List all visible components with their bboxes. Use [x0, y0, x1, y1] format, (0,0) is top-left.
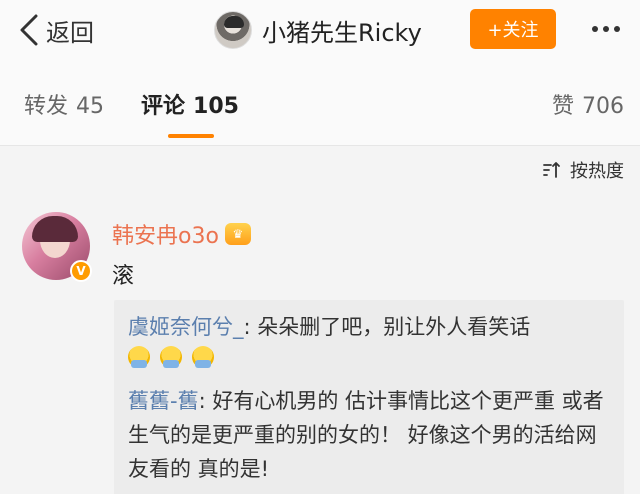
top-bar: 返回 小猪先生Ricky +关注	[0, 0, 640, 62]
reply-item: 舊舊-舊: 好有心机男的 估计事情比这个更严重 或者生气的是更严重的别的女的！ …	[128, 384, 616, 486]
emoji-icon	[192, 346, 214, 368]
verified-badge-icon: V	[70, 260, 92, 282]
tab-comment-label: 评论	[141, 94, 186, 119]
comment-text: 滚	[112, 264, 135, 289]
header-user[interactable]: 小猪先生Ricky	[214, 10, 422, 50]
tab-like[interactable]: 赞 706	[552, 88, 624, 120]
emoji-icon	[128, 346, 150, 368]
reply-item: 虞姬奈何兮_: 朵朵删了吧，别让外人看笑话	[128, 310, 616, 368]
commenter-name[interactable]: 韩安冉o3o ♛	[112, 218, 251, 250]
sort-icon	[543, 162, 560, 178]
avatar[interactable]	[214, 11, 252, 49]
tab-comment[interactable]: 评论 105	[141, 88, 239, 120]
reply-author[interactable]: 舊舊-舊	[128, 389, 199, 413]
emoji-row	[128, 346, 616, 368]
tab-repost[interactable]: 转发 45	[24, 88, 104, 120]
tab-like-count: 706	[582, 94, 624, 119]
tab-like-label: 赞	[551, 94, 574, 119]
reply-text: : 好有心机男的 估计事情比这个更严重 或者生气的是更严重的别的女的！ 好像这个…	[128, 389, 604, 481]
sort-toggle[interactable]: 按热度	[542, 156, 624, 184]
vip-badge-icon: ♛	[224, 223, 251, 245]
header-username: 小猪先生Ricky	[262, 18, 422, 47]
more-icon[interactable]	[586, 14, 626, 44]
emoji-icon	[160, 346, 182, 368]
reply-author[interactable]: 虞姬奈何兮_	[128, 315, 244, 339]
back-label: 返回	[46, 18, 94, 47]
back-button[interactable]: 返回	[18, 12, 94, 48]
follow-button[interactable]: +关注	[470, 9, 556, 49]
tab-repost-count: 45	[76, 94, 105, 119]
comment-item: V 韩安冉o3o ♛ 滚 虞姬奈何兮_: 朵朵删了吧，别让外人看笑话 舊舊-舊:…	[0, 196, 640, 494]
chevron-left-icon	[20, 14, 38, 46]
sort-label: 按热度	[570, 161, 624, 182]
tab-repost-label: 转发	[24, 94, 69, 119]
active-tab-indicator	[168, 134, 214, 138]
tab-comment-count: 105	[193, 94, 239, 119]
tab-bar: 转发 45 评论 105 赞 706	[0, 62, 640, 146]
replies-box[interactable]: 虞姬奈何兮_: 朵朵删了吧，别让外人看笑话 舊舊-舊: 好有心机男的 估计事情比…	[114, 300, 624, 494]
reply-text: : 朵朵删了吧，别让外人看笑话	[243, 315, 531, 339]
commenter-name-text: 韩安冉o3o	[112, 224, 219, 249]
